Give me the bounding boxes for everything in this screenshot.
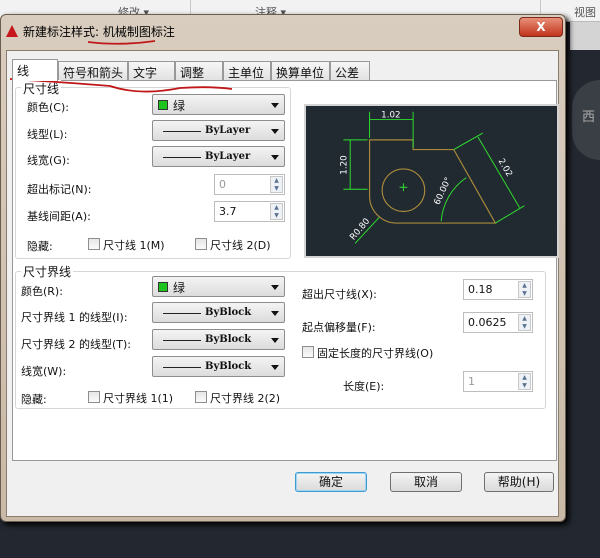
label: 隐藏: [21,393,47,406]
group-label: 尺寸界线 [21,263,74,280]
label: 线型(L): [27,128,68,141]
spinner-value: 0.0625 [468,316,507,329]
chevron-down-icon [271,338,279,343]
close-button[interactable]: X [519,17,563,37]
chevron-down-icon [271,365,279,370]
select-value: 绿 [173,281,186,295]
dialog-title: 新建标注样式: 机械制图标注 [23,25,175,39]
tab-lines[interactable]: 线 [12,59,58,81]
select-value: ByLayer [205,151,251,162]
ext-line-2-linetype-select[interactable]: ByBlock [152,329,285,350]
preview-dim-angle: 60.00° [433,176,454,207]
spinner-arrows-icon[interactable]: ▲ ▼ [518,314,531,331]
origin-offset-spinner[interactable]: 0.0625 ▲ ▼ [463,312,533,333]
label: 尺寸线 1(M) [103,239,165,252]
label: 隐藏: [27,240,53,253]
tab-tolerances[interactable]: 公差 [330,61,370,80]
preview-dim-top: 1.02 [381,111,400,121]
fixed-length-spinner[interactable]: 1 ▲ ▼ [463,371,533,392]
suppress-ext-line-2-checkbox[interactable] [195,391,207,403]
green-swatch-icon [158,100,168,110]
viewcube-compass[interactable]: 西 [572,80,600,160]
tab-primary-units[interactable]: 主单位 [223,61,271,80]
label: 超出标记(N): [27,183,92,196]
label: 尺寸界线 2 的线型(T): [21,338,131,351]
tab-alternate-units[interactable]: 换算单位 [271,61,330,80]
label: 尺寸界线 1(1) [103,392,174,405]
label: 长度(E): [343,380,385,393]
group-label: 尺寸线 [21,80,62,97]
label: 尺寸界线 2(2) [210,392,281,405]
line-sample-icon [163,157,201,158]
spinner-value: 3.7 [219,205,237,218]
baseline-spacing-spinner[interactable]: 3.7 ▲ ▼ [214,201,285,222]
preview-dim-left: 1.20 [339,155,349,174]
ok-button[interactable]: 确定 [295,472,367,492]
label: 尺寸界线 1 的线型(I): [21,311,128,324]
preview-pane: 1.02 1.20 2.02 60.00° R0.80 [304,104,559,258]
select-value: ByBlock [205,361,252,372]
spinner-value: 1 [468,375,475,388]
line-sample-icon [163,313,201,314]
spinner-value: 0 [219,178,226,191]
line-sample-icon [163,131,201,132]
label: 基线间距(A): [27,210,91,223]
suppress-dim-line-2-checkbox[interactable] [195,238,207,250]
chevron-down-icon [271,155,279,160]
dim-line-linetype-select[interactable]: ByLayer [152,120,285,141]
dialog-body: 线 符号和箭头 文字 调整 主单位 换算单位 公差 尺寸线 颜色(C): 绿 线… [6,50,559,517]
spinner-arrows-icon[interactable]: ▲ ▼ [270,176,283,193]
label: 颜色(R): [21,285,63,298]
autocad-icon [6,25,18,37]
dim-line-color-select[interactable]: 绿 [152,94,285,115]
tab-symbols-arrows[interactable]: 符号和箭头 [58,61,128,80]
dimension-style-dialog: 新建标注样式: 机械制图标注 X 线 符号和箭头 文字 调整 主单位 换算单位 … [0,14,566,522]
cancel-button[interactable]: 取消 [390,472,462,492]
chevron-down-icon [271,103,279,108]
tab-text[interactable]: 文字 [128,61,175,80]
label: 线宽(G): [27,154,70,167]
preview-dim-diagonal: 2.02 [496,157,514,179]
label: 固定长度的尺寸界线(O) [317,347,434,360]
label: 颜色(C): [27,101,69,114]
help-button[interactable]: 帮助(H) [484,472,554,492]
spinner-arrows-icon[interactable]: ▲ ▼ [518,373,531,390]
preview-dim-radius: R0.80 [348,217,372,243]
suppress-ext-line-1-checkbox[interactable] [88,391,100,403]
part-outline [368,139,497,224]
select-value: ByBlock [205,334,252,345]
ext-line-lineweight-select[interactable]: ByBlock [152,356,285,377]
tab-fit[interactable]: 调整 [175,61,223,80]
ribbon-view-tab[interactable]: 视图 [574,4,596,20]
extend-ticks-spinner[interactable]: 0 ▲ ▼ [214,174,285,195]
chevron-down-icon [271,129,279,134]
lines-tab-panel: 尺寸线 颜色(C): 绿 线型(L): ByLayer 线宽(G): ByLay… [12,80,559,461]
ext-line-color-select[interactable]: 绿 [152,276,285,297]
select-value: ByBlock [205,307,252,318]
select-value: ByLayer [205,125,251,136]
fixed-length-checkbox[interactable] [302,346,314,358]
label: 起点偏移量(F): [302,321,376,334]
background-toolbar [570,22,600,50]
label: 线宽(W): [21,365,67,378]
title-bar[interactable]: 新建标注样式: 机械制图标注 X [1,15,565,47]
select-value: 绿 [173,99,186,113]
label: 尺寸线 2(D) [210,239,271,252]
spinner-arrows-icon[interactable]: ▲ ▼ [518,281,531,298]
green-swatch-icon [158,282,168,292]
suppress-dim-line-1-checkbox[interactable] [88,238,100,250]
label: 超出尺寸线(X): [302,288,377,301]
chevron-down-icon [271,285,279,290]
spinner-arrows-icon[interactable]: ▲ ▼ [270,203,283,220]
preview-drawing: 1.02 1.20 2.02 60.00° R0.80 [339,111,525,244]
ext-line-1-linetype-select[interactable]: ByBlock [152,302,285,323]
extend-beyond-spinner[interactable]: 0.18 ▲ ▼ [463,279,533,300]
line-sample-icon [163,340,201,341]
spinner-value: 0.18 [468,283,493,296]
chevron-down-icon [271,311,279,316]
line-sample-icon [163,367,201,368]
dim-line-lineweight-select[interactable]: ByLayer [152,146,285,167]
